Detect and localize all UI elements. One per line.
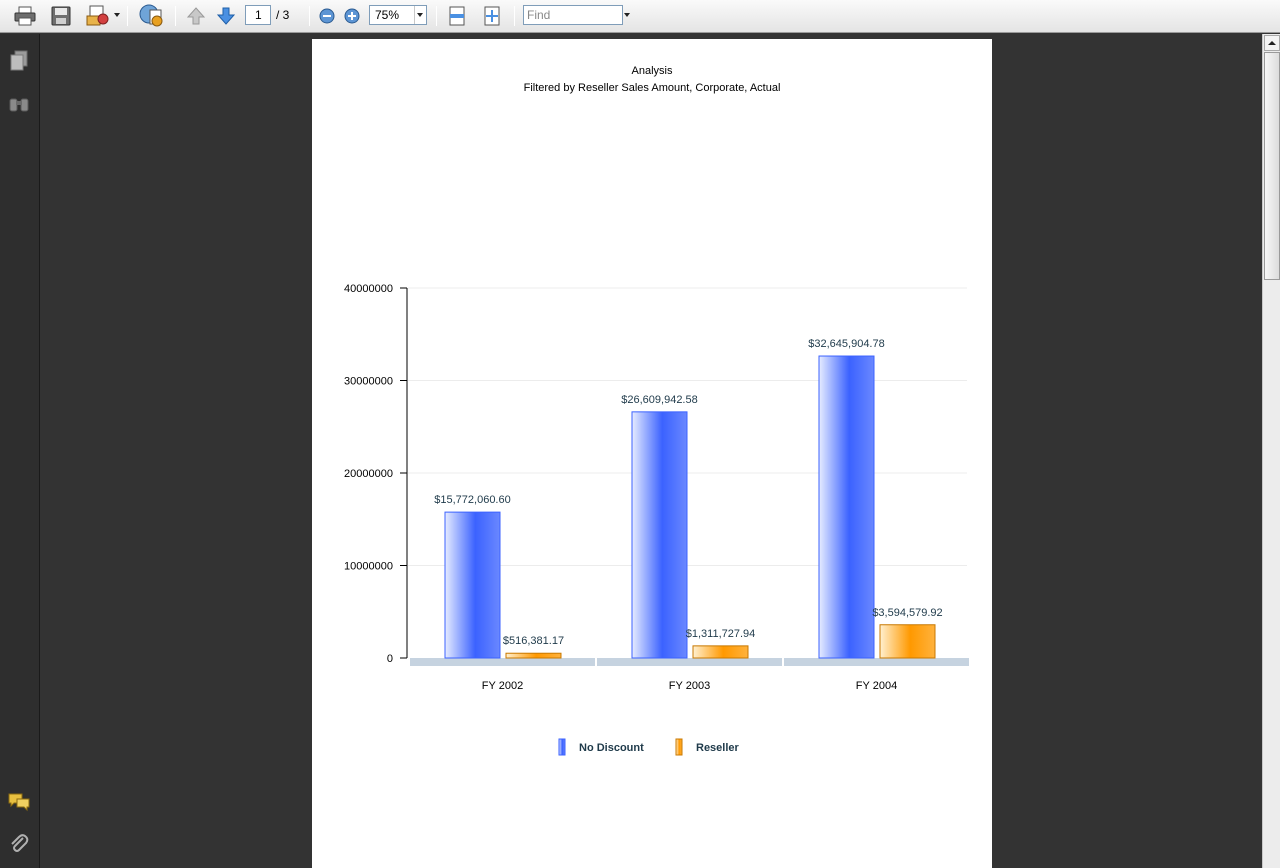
attachments-panel-button[interactable] — [6, 831, 32, 857]
legend-label: No Discount — [579, 742, 644, 754]
previous-page-button[interactable] — [184, 4, 208, 28]
triangle-up-icon — [1268, 41, 1276, 45]
data-label: $26,609,942.58 — [621, 394, 697, 406]
pages-panel-button[interactable] — [6, 48, 32, 74]
fit-width-button[interactable] — [445, 4, 469, 28]
y-tick-label: 20000000 — [344, 468, 393, 480]
print-button[interactable] — [12, 4, 38, 28]
zoom-out-icon — [319, 8, 335, 24]
document-viewport: Analysis Filtered by Reseller Sales Amou… — [41, 34, 1262, 868]
options-button[interactable] — [137, 4, 165, 28]
paperclip-icon — [11, 834, 29, 852]
arrow-down-icon — [216, 7, 236, 25]
find-dropdown-caret[interactable] — [624, 13, 630, 17]
find-input[interactable] — [524, 6, 620, 24]
toolbar-separator — [309, 6, 310, 26]
page-number-input[interactable]: 1 — [245, 5, 271, 25]
zoom-in-icon — [344, 8, 360, 24]
y-tick-label: 0 — [387, 653, 393, 665]
category-band — [784, 658, 969, 666]
legend-swatch — [558, 738, 566, 756]
email-document-icon — [86, 5, 109, 26]
left-nav-panel — [0, 34, 40, 868]
bar-chart: 0 10000000 20000000 30000000 40000000 FY 2002… — [344, 283, 969, 756]
save-button[interactable] — [48, 4, 74, 28]
bar-reseller — [505, 652, 562, 659]
scroll-up-button[interactable] — [1264, 35, 1280, 51]
zoom-select[interactable]: 75% — [369, 5, 427, 25]
data-label: $516,381.17 — [503, 635, 564, 647]
data-label: $15,772,060.60 — [434, 494, 510, 506]
scrollbar-thumb[interactable] — [1264, 52, 1280, 280]
find-field[interactable] — [523, 5, 623, 25]
vertical-scrollbar[interactable] — [1262, 34, 1280, 868]
data-label: $1,311,727.94 — [686, 628, 756, 640]
document-gear-icon — [139, 4, 163, 27]
email-button[interactable] — [84, 4, 112, 28]
toolbar: 1 / 3 75% — [0, 0, 1280, 33]
email-dropdown-caret[interactable] — [114, 13, 120, 17]
fit-width-icon — [449, 6, 465, 26]
comments-icon — [8, 793, 30, 812]
printer-icon — [14, 6, 36, 26]
find-panel-button[interactable] — [6, 91, 32, 117]
arrow-up-icon — [186, 7, 206, 25]
next-page-button[interactable] — [214, 4, 238, 28]
toolbar-separator — [514, 6, 515, 26]
y-tick-label: 10000000 — [344, 561, 393, 573]
pages-icon — [10, 50, 28, 71]
category-band — [410, 658, 595, 666]
report-page: Analysis Filtered by Reseller Sales Amou… — [312, 39, 992, 868]
x-tick-label: FY 2003 — [669, 680, 710, 692]
zoom-value: 75% — [375, 8, 400, 22]
page-total-label: / 3 — [276, 8, 290, 22]
legend-label: Reseller — [696, 742, 740, 754]
x-tick-label: FY 2004 — [856, 680, 897, 692]
legend-swatch — [675, 738, 683, 756]
binoculars-icon — [9, 98, 29, 112]
floppy-disk-icon — [51, 6, 71, 26]
bar-no-discount — [631, 411, 688, 659]
zoom-dropdown-caret[interactable] — [417, 13, 423, 17]
comments-panel-button[interactable] — [6, 789, 32, 815]
y-tick-label: 40000000 — [344, 283, 393, 295]
fit-page-icon — [484, 6, 500, 26]
toolbar-separator — [436, 6, 437, 26]
zoom-in-button[interactable] — [342, 4, 362, 28]
bar-no-discount — [444, 511, 501, 659]
bar-reseller — [692, 645, 749, 659]
toolbar-separator — [127, 6, 128, 26]
category-band — [597, 658, 782, 666]
toolbar-separator — [175, 6, 176, 26]
zoom-out-button[interactable] — [317, 4, 337, 28]
fit-page-button[interactable] — [480, 4, 504, 28]
data-label: $3,594,579.92 — [872, 607, 942, 619]
bar-no-discount — [818, 355, 875, 659]
x-tick-label: FY 2002 — [482, 680, 523, 692]
data-label: $32,645,904.78 — [808, 338, 884, 350]
y-tick-label: 30000000 — [344, 376, 393, 388]
bar-reseller — [879, 624, 936, 659]
